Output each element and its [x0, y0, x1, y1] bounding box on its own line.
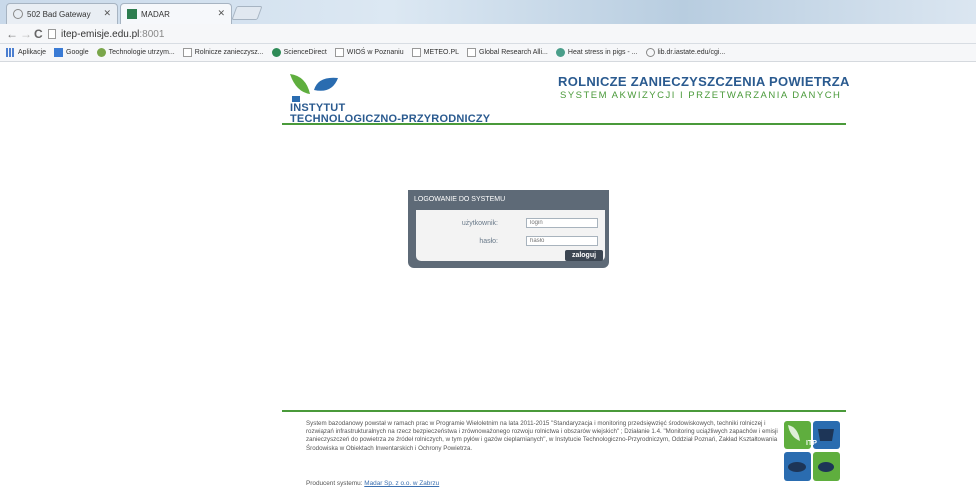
- madar-favicon-icon: [127, 9, 137, 19]
- password-input[interactable]: [526, 236, 598, 246]
- bookmark-label: Heat stress in pigs - ...: [567, 49, 638, 56]
- bookmark-rolnicze[interactable]: Rolnicze zanieczysz...: [182, 48, 264, 57]
- link-icon: [645, 48, 655, 57]
- bookmark-sciencedirect[interactable]: ScienceDirect: [271, 48, 327, 57]
- bookmark-lib-iastate[interactable]: lib.dr.iastate.edu/cgi...: [645, 48, 726, 57]
- page-title: ROLNICZE ZANIECZYSZCZENIA POWIETRZA: [558, 74, 850, 89]
- browser-tab-bar: 502 Bad Gateway ✕ MADAR ✕: [0, 0, 976, 24]
- bookmark-label: Google: [66, 49, 89, 56]
- globe-icon: [555, 48, 565, 57]
- footer-divider: [282, 410, 846, 412]
- google-icon: [54, 48, 64, 57]
- badge-text: ITP: [806, 440, 817, 447]
- page-icon: [48, 29, 56, 39]
- itp-animals-badge-icon: ITP: [784, 421, 840, 481]
- back-icon[interactable]: ←: [6, 26, 18, 42]
- tab-label: MADAR: [141, 9, 170, 19]
- leaf-icon: [96, 48, 106, 57]
- reload-icon[interactable]: C: [34, 26, 43, 42]
- forward-icon[interactable]: →: [20, 26, 32, 42]
- url-port: :8001: [139, 28, 165, 40]
- username-label: użytkownik:: [461, 220, 498, 227]
- apps-icon: [6, 48, 15, 57]
- bookmark-label: WIOŚ w Poznaniu: [346, 49, 404, 56]
- page-subtitle: SYSTEM AKWIZYCJI I PRZETWARZANIA DANYCH: [560, 90, 842, 101]
- producer-link[interactable]: Madar Sp. z o.o. w Zabrzu: [364, 480, 439, 487]
- bookmark-label: Aplikacje: [18, 49, 47, 56]
- footer-producer: Producent systemu: Madar Sp. z o.o. w Za…: [306, 480, 439, 487]
- login-heading: LOGOWANIE DO SYSTEMU: [414, 196, 506, 203]
- page-icon: [411, 48, 421, 57]
- tab-madar[interactable]: MADAR ✕: [120, 3, 232, 24]
- bookmark-global-research[interactable]: Global Research Alli...: [467, 48, 548, 57]
- url-host: itep-emisje.edu.pl: [61, 28, 140, 40]
- bookmark-wios[interactable]: WIOŚ w Poznaniu: [334, 48, 404, 57]
- page-icon: [182, 48, 192, 57]
- username-input[interactable]: [526, 218, 598, 228]
- bookmark-google[interactable]: Google: [54, 48, 89, 57]
- bookmark-label: Rolnicze zanieczysz...: [194, 49, 264, 56]
- password-label: hasło:: [479, 238, 498, 245]
- bookmark-label: Technologie utrzym...: [108, 49, 175, 56]
- bookmark-label: Global Research Alli...: [479, 49, 548, 56]
- page-icon: [334, 48, 344, 57]
- producer-label: Producent systemu:: [306, 480, 363, 487]
- bookmarks-bar: Aplikacje Google Technologie utrzym... R…: [0, 44, 976, 62]
- close-icon[interactable]: ✕: [217, 8, 225, 19]
- bookmark-heat-stress[interactable]: Heat stress in pigs - ...: [555, 48, 638, 57]
- bookmark-meteo[interactable]: METEO.PL: [411, 48, 460, 57]
- header-divider: [282, 123, 846, 125]
- bookmark-label: METEO.PL: [423, 49, 460, 56]
- bookmark-apps[interactable]: Aplikacje: [6, 48, 46, 57]
- footer-description: System bazodanowy powstał w ramach prac …: [306, 420, 778, 452]
- tab-label: 502 Bad Gateway: [27, 9, 91, 19]
- page-icon: [467, 48, 477, 57]
- bookmark-label: lib.dr.iastate.edu/cgi...: [657, 49, 726, 56]
- bookmark-technologie[interactable]: Technologie utrzym...: [96, 48, 175, 57]
- login-form: użytkownik: hasło: zaloguj: [416, 210, 605, 261]
- login-panel: LOGOWANIE DO SYSTEMU użytkownik: hasło: …: [408, 190, 609, 268]
- sciencedirect-icon: [271, 48, 281, 57]
- tab-bad-gateway[interactable]: 502 Bad Gateway ✕: [6, 3, 118, 24]
- close-icon[interactable]: ✕: [103, 8, 111, 19]
- bookmark-label: ScienceDirect: [283, 49, 327, 56]
- address-bar[interactable]: itep-emisje.edu.pl:8001: [48, 26, 968, 42]
- new-tab-button[interactable]: [231, 6, 263, 20]
- login-button[interactable]: zaloguj: [565, 250, 603, 261]
- globe-icon: [13, 9, 23, 19]
- browser-toolbar: ← → C itep-emisje.edu.pl:8001: [0, 24, 976, 44]
